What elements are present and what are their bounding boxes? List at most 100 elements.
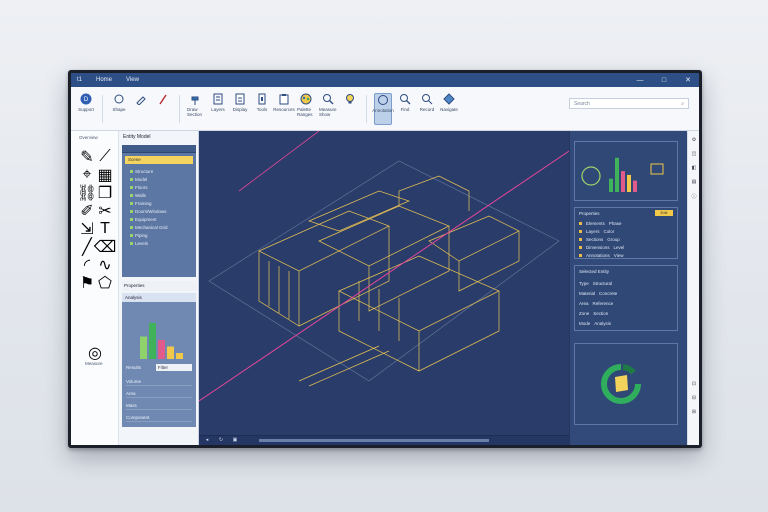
filter-field[interactable]: Filter (156, 364, 192, 371)
trim-icon[interactable]: ✂ (98, 203, 111, 220)
lightbulb-icon (344, 93, 356, 105)
ribbon-shape-button[interactable]: Shape (110, 93, 128, 125)
app-icon[interactable]: t1 (77, 77, 82, 83)
ribbon-tools-button[interactable]: Tools (253, 93, 271, 125)
analysis-header: Analysis (122, 293, 196, 302)
nav-back-icon[interactable]: ◂ (203, 437, 211, 444)
progress-card (574, 343, 678, 425)
record-icon (421, 93, 433, 105)
text-icon[interactable]: T (99, 220, 111, 237)
ribbon-draw-section-button[interactable]: Draw Section (187, 93, 205, 125)
rotate-icon[interactable]: ↻ (217, 437, 225, 444)
curve-icon[interactable]: ∿ (98, 257, 111, 274)
tree-item-selected[interactable]: Scene (125, 156, 193, 164)
ribbon-separator (102, 94, 103, 123)
expand-icon[interactable]: ▣ (231, 437, 239, 444)
ribbon-display-button[interactable]: Display (231, 93, 249, 125)
progress-ring (601, 364, 641, 404)
viewport-scrollbar[interactable]: ◂ ↻ ▣ (199, 435, 569, 445)
prop-row[interactable]: Component (126, 415, 192, 422)
application-window: t1 Home View — □ ✕ D Support Shape Draw … (71, 73, 699, 445)
selected-entity-title: Selected Entity (579, 269, 610, 274)
tree-item[interactable]: Doors/Windows (122, 207, 196, 215)
ribbon-support-button[interactable]: D Support (77, 93, 95, 125)
maximize-icon[interactable]: □ (659, 77, 669, 84)
list-item[interactable]: Elements Phase (579, 220, 669, 227)
list-item[interactable]: Sections Group (579, 236, 669, 243)
tree-item[interactable]: Equipment (122, 215, 196, 223)
tree-item[interactable]: Walls (122, 191, 196, 199)
annotation-icon (377, 94, 389, 106)
tree-item[interactable]: Piping (122, 231, 196, 239)
link-icon[interactable]: ⛓ (77, 185, 97, 202)
ribbon-palette-button[interactable]: Palette Ranges (297, 93, 315, 125)
stats-chart (581, 157, 664, 192)
zoom-icon[interactable]: ⊞ (690, 409, 698, 417)
shape-icon (113, 93, 125, 105)
info-icon[interactable]: ⓘ (690, 193, 698, 201)
ribbon-navigate-button[interactable]: Navigate (440, 92, 458, 125)
ruler-icon[interactable]: ⟋ (99, 148, 111, 165)
edit-icon[interactable]: ✐ (80, 203, 93, 220)
chart-bar (627, 174, 631, 192)
properties-label: Properties (122, 281, 196, 291)
search-input[interactable]: Search ⌕ (569, 98, 689, 109)
tree-item[interactable]: Levels (122, 239, 196, 247)
layers-side-icon[interactable]: ▤ (690, 179, 698, 187)
minimize-icon[interactable]: — (635, 77, 645, 84)
settings-icon[interactable]: ⚙ (690, 137, 698, 145)
list-item[interactable]: Dimensions Level (579, 244, 669, 251)
flag-icon[interactable]: ⚑ (80, 275, 94, 292)
3d-viewport[interactable] (199, 131, 569, 435)
copy-icon[interactable]: ❐ (98, 185, 112, 202)
prop-row[interactable]: Volume (126, 379, 192, 386)
tree-item[interactable]: Framing (122, 199, 196, 207)
ribbon-find-button[interactable]: Find (396, 93, 414, 125)
tab-home[interactable]: Home (96, 77, 112, 83)
tree-item[interactable]: Structure (122, 167, 196, 175)
grid-icon[interactable]: ▦ (97, 167, 112, 184)
tree-item[interactable]: Model (122, 175, 196, 183)
snap-icon[interactable]: ⊡ (690, 381, 698, 389)
entity-prop-row: Zone Section (579, 311, 609, 316)
title-bar: t1 Home View — □ ✕ (71, 73, 699, 87)
arc-icon[interactable]: ◜ (81, 257, 93, 274)
ribbon-layers-button[interactable]: Layers (209, 93, 227, 125)
dimension-icon[interactable]: ⇲ (80, 221, 93, 238)
entity-prop-row: Mode Analysis (579, 321, 612, 326)
prop-row[interactable]: Area (126, 391, 192, 398)
tree-item[interactable]: Floors (122, 183, 196, 191)
ribbon-resources-button[interactable]: Resources (273, 93, 295, 125)
erase-icon[interactable]: ⌫ (94, 239, 117, 256)
ribbon-lightbulb-button[interactable] (341, 93, 359, 125)
list-item[interactable]: Annotations View (579, 252, 669, 259)
ribbon-record-button[interactable]: Record (418, 93, 436, 125)
pencil-icon[interactable]: ✎ (80, 149, 93, 166)
entity-panel-title: Entity Model (123, 134, 151, 140)
node-icon[interactable]: ⌖ (81, 166, 93, 183)
view-icon[interactable]: ◧ (690, 165, 698, 173)
chart-bar (621, 171, 625, 192)
prop-row[interactable]: Mass (126, 403, 192, 410)
measure-tool-icon[interactable]: ◎ (88, 345, 102, 362)
ribbon-annotation-button[interactable]: Annotation (372, 92, 394, 125)
camera-icon[interactable]: ◫ (690, 151, 698, 159)
palette-icon (300, 93, 312, 105)
edit-badge[interactable]: Edit (655, 210, 673, 216)
tree-item[interactable]: Mechanical Grid (122, 223, 196, 231)
clipboard-icon (278, 93, 290, 105)
ribbon-brush-button[interactable] (132, 93, 150, 125)
tab-view[interactable]: View (126, 77, 139, 83)
shape-tool-icon[interactable]: ⬠ (98, 275, 112, 292)
line-icon[interactable]: ╱ (81, 239, 93, 256)
results-label: Results (126, 365, 142, 370)
scrollbar-thumb[interactable] (259, 439, 489, 442)
trash-icon[interactable]: ⊟ (690, 395, 698, 403)
list-item[interactable]: Layers Color (579, 228, 669, 235)
chart-bar (140, 336, 147, 359)
document-icon (234, 93, 246, 105)
close-icon[interactable]: ✕ (683, 76, 693, 84)
ribbon-measure-button[interactable]: Measure Show (319, 93, 337, 125)
chart-bar (176, 353, 183, 359)
ribbon-pen-button[interactable] (154, 93, 172, 125)
